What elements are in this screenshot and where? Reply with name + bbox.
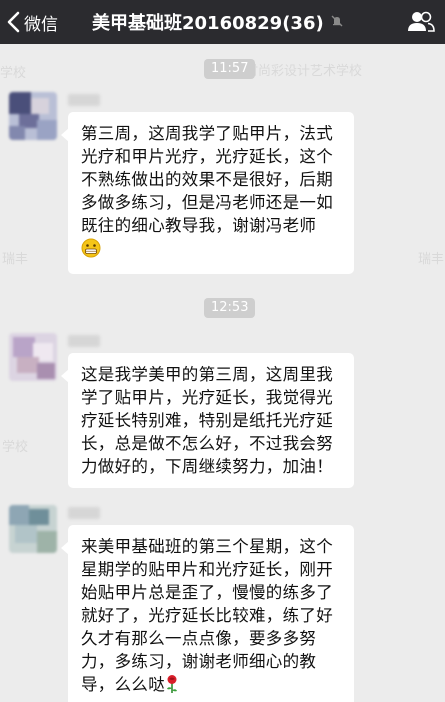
chevron-left-icon bbox=[7, 11, 20, 33]
timestamp: 12:53 bbox=[204, 298, 256, 318]
chat-title-text: 美甲基础班20160829(36) bbox=[92, 13, 324, 34]
message-bubble[interactable]: 来美甲基础班的第三个星期，这个星期学的贴甲片和光疗延长，刚开始贴甲片总是歪了，慢… bbox=[61, 525, 354, 702]
timestamp: 11:57 bbox=[204, 59, 256, 79]
message-text: 第三周，这周我学了贴甲片，法式光疗和甲片光疗，光疗延长，这个不熟练做出的效果不是… bbox=[81, 124, 333, 235]
avatar[interactable] bbox=[9, 505, 57, 553]
message-text: 这是我学美甲的第三周，这周里我学了贴甲片，光疗延长，我觉得光疗延长特别难，特别是… bbox=[81, 365, 333, 476]
watermark: 瑞丰 bbox=[2, 252, 29, 267]
chat-header: 微信 美甲基础班20160829(36) bbox=[0, 0, 445, 44]
watermark: 学校 bbox=[0, 66, 27, 81]
avatar[interactable] bbox=[9, 333, 57, 381]
message-bubble[interactable]: 这是我学美甲的第三周，这周里我学了贴甲片，光疗延长，我觉得光疗延长特别难，特别是… bbox=[61, 353, 354, 488]
sender-name bbox=[68, 335, 100, 347]
rose-emoji-icon bbox=[165, 674, 179, 700]
chat-title: 美甲基础班20160829(36) bbox=[92, 0, 362, 44]
group-icon bbox=[408, 11, 435, 32]
avatar[interactable] bbox=[9, 92, 57, 140]
group-members-button[interactable] bbox=[407, 9, 435, 35]
back-button[interactable]: 微信 bbox=[6, 0, 58, 44]
grin-emoji-icon bbox=[81, 238, 101, 264]
watermark: 瑞丰 bbox=[418, 252, 445, 267]
message-text: 来美甲基础班的第三个星期，这个星期学的贴甲片和光疗延长，刚开始贴甲片总是歪了，慢… bbox=[81, 537, 333, 694]
sender-name bbox=[68, 94, 100, 106]
message-bubble[interactable]: 第三周，这周我学了贴甲片，法式光疗和甲片光疗，光疗延长，这个不熟练做出的效果不是… bbox=[61, 112, 354, 274]
mute-icon bbox=[330, 12, 344, 33]
back-label: 微信 bbox=[24, 14, 58, 35]
sender-name bbox=[68, 507, 100, 519]
watermark: 学校 bbox=[2, 440, 29, 455]
